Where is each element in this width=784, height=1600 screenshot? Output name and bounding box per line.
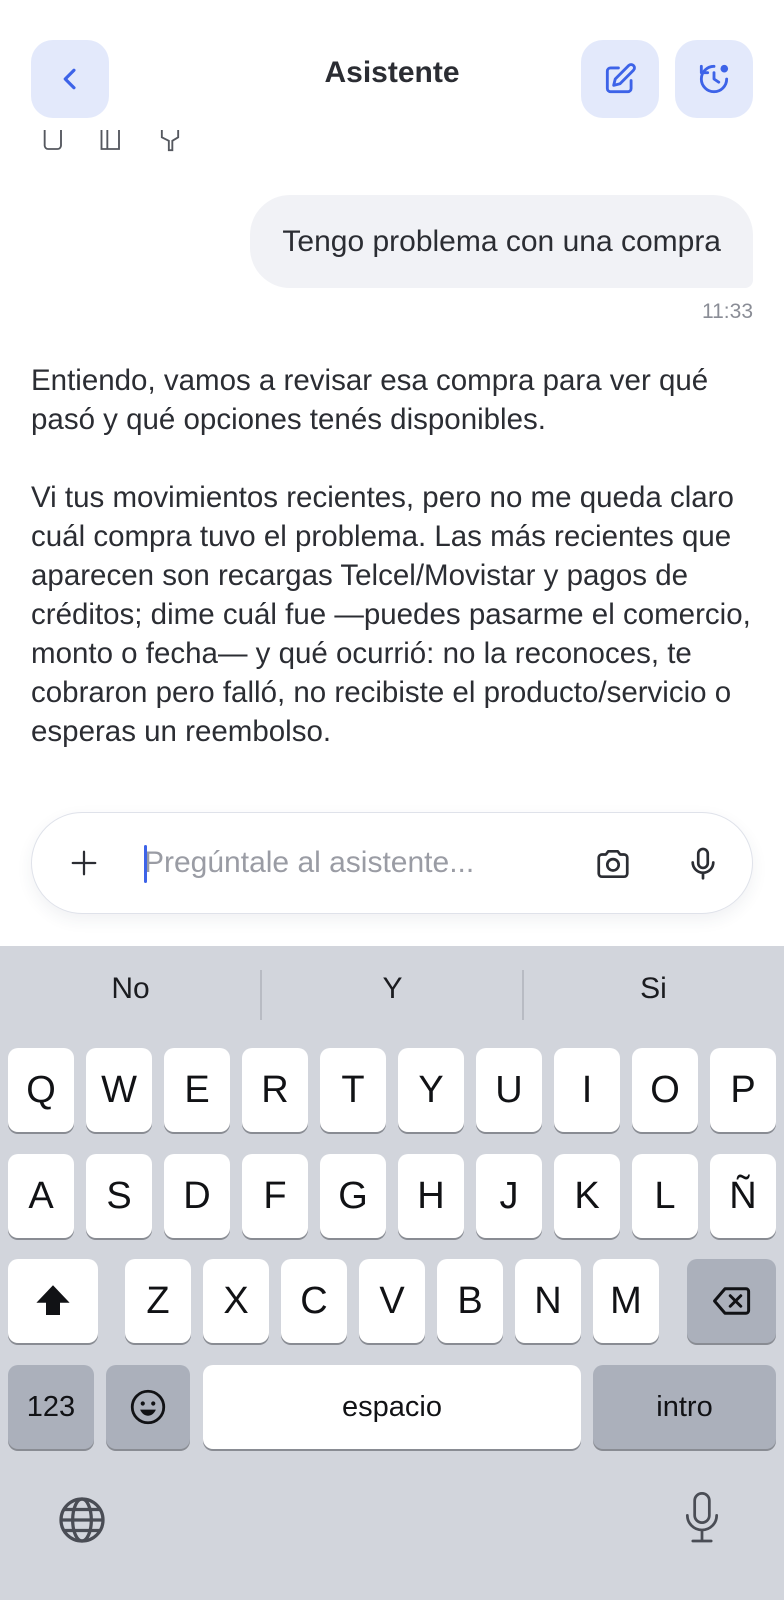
key-k[interactable]: K — [554, 1154, 620, 1238]
assistant-message: Entiendo, vamos a revisar esa compra par… — [31, 361, 751, 790]
emoji-key[interactable] — [106, 1365, 190, 1449]
voice-input-button[interactable] — [678, 837, 728, 891]
app-header: Asistente — [0, 0, 784, 130]
suggestion-item[interactable]: No — [0, 972, 261, 1006]
key-e[interactable]: E — [164, 1048, 230, 1132]
thumbs-down-icon[interactable] — [156, 128, 184, 156]
key-s[interactable]: S — [86, 1154, 152, 1238]
key-i[interactable]: I — [554, 1048, 620, 1132]
key-q[interactable]: Q — [8, 1048, 74, 1132]
key-b[interactable]: B — [437, 1259, 503, 1343]
thumbs-up-icon[interactable] — [98, 128, 126, 156]
suggestion-item[interactable]: Y — [262, 972, 523, 1006]
key-y[interactable]: Y — [398, 1048, 464, 1132]
assistant-paragraph: Entiendo, vamos a revisar esa compra par… — [31, 364, 709, 436]
shift-icon — [36, 1285, 70, 1315]
key-h[interactable]: H — [398, 1154, 464, 1238]
key-n[interactable]: N — [515, 1259, 581, 1343]
system-keyboard: No Y Si Q W E R T Y U I O P A S D F G H … — [0, 946, 784, 1600]
return-key[interactable]: intro — [593, 1365, 776, 1449]
key-f[interactable]: F — [242, 1154, 308, 1238]
backspace-icon — [712, 1287, 750, 1315]
key-r[interactable]: R — [242, 1048, 308, 1132]
new-chat-button[interactable] — [581, 40, 659, 118]
key-v[interactable]: V — [359, 1259, 425, 1343]
dictation-key[interactable] — [674, 1486, 730, 1552]
user-message-bubble: Tengo problema con una compra — [250, 195, 753, 288]
globe-icon — [59, 1497, 105, 1543]
key-o[interactable]: O — [632, 1048, 698, 1132]
attach-button[interactable] — [60, 839, 108, 887]
text-caret — [144, 845, 147, 883]
key-enye[interactable]: Ñ — [710, 1154, 776, 1238]
page-title: Asistente — [324, 56, 460, 89]
dictation-icon — [685, 1491, 719, 1543]
key-j[interactable]: J — [476, 1154, 542, 1238]
key-g[interactable]: G — [320, 1154, 386, 1238]
microphone-icon — [691, 847, 715, 880]
message-input[interactable] — [144, 839, 544, 887]
key-l[interactable]: L — [632, 1154, 698, 1238]
assistant-paragraph: Vi tus movimientos recientes, pero no me… — [31, 481, 751, 748]
camera-icon — [597, 849, 629, 879]
numbers-key[interactable]: 123 — [8, 1365, 94, 1449]
history-button[interactable] — [675, 40, 753, 118]
message-timestamp: 11:33 — [702, 300, 753, 323]
message-actions — [40, 128, 184, 158]
space-key[interactable]: espacio — [203, 1365, 581, 1449]
key-u[interactable]: U — [476, 1048, 542, 1132]
composer-bar — [31, 812, 753, 914]
history-icon — [699, 64, 729, 94]
suggestion-item[interactable]: Si — [523, 972, 784, 1006]
key-t[interactable]: T — [320, 1048, 386, 1132]
emoji-icon — [130, 1389, 166, 1425]
key-m[interactable]: M — [593, 1259, 659, 1343]
edit-icon — [605, 63, 636, 94]
plus-icon — [71, 850, 97, 876]
key-a[interactable]: A — [8, 1154, 74, 1238]
camera-button[interactable] — [588, 839, 638, 889]
key-w[interactable]: W — [86, 1048, 152, 1132]
key-d[interactable]: D — [164, 1154, 230, 1238]
globe-key[interactable] — [54, 1492, 110, 1548]
shift-key[interactable] — [8, 1259, 98, 1343]
backspace-key[interactable] — [687, 1259, 776, 1343]
suggestion-bar: No Y Si — [0, 946, 784, 1046]
key-x[interactable]: X — [203, 1259, 269, 1343]
copy-icon[interactable] — [40, 128, 68, 156]
key-p[interactable]: P — [710, 1048, 776, 1132]
key-z[interactable]: Z — [125, 1259, 191, 1343]
key-c[interactable]: C — [281, 1259, 347, 1343]
